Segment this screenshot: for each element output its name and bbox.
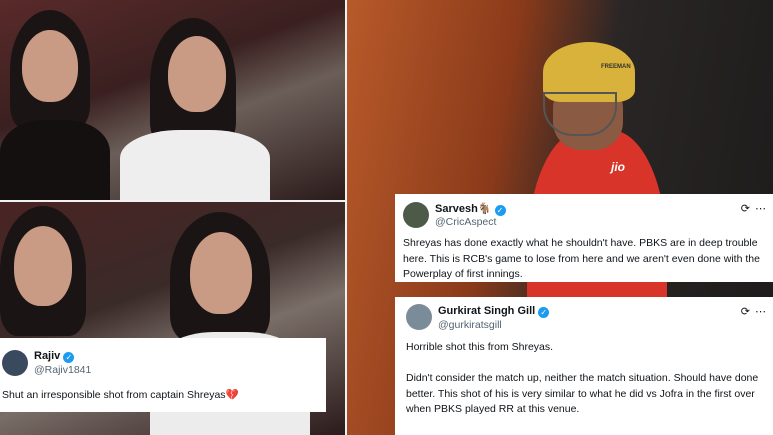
author-name-text: Rajiv	[34, 350, 61, 362]
jersey-sponsor-text: jio	[611, 160, 625, 174]
divider-vertical	[345, 0, 347, 435]
tweet-author-handle[interactable]: @Rajiv1841	[34, 364, 91, 376]
body-shape	[0, 120, 110, 200]
tweet-author-name[interactable]: Gurkirat Singh Gill ✓	[438, 305, 550, 318]
face-shape	[190, 232, 252, 314]
author-name-text: Gurkirat Singh Gill	[438, 305, 536, 317]
avatar[interactable]	[406, 304, 432, 330]
more-options-icon[interactable]: ⋯	[755, 203, 767, 215]
x-logo-icon: ⟳	[740, 203, 751, 215]
avatar[interactable]	[403, 202, 429, 228]
tweet-text: Shut an irresponsible shot from captain …	[2, 388, 322, 404]
face-shape	[168, 36, 226, 112]
avatar[interactable]	[2, 350, 28, 376]
helmet-brand-text: FREEMAN	[601, 64, 631, 70]
crowd-photo-top	[0, 0, 345, 200]
more-options-icon[interactable]: ⋯	[755, 306, 767, 318]
goat-emoji: 🐐	[477, 203, 492, 215]
x-logo-icon: ⟳	[740, 306, 751, 318]
face-shape	[14, 226, 72, 306]
tweet-card-sarvesh[interactable]: Sarvesh🐐 ✓ @CricAspect ⟳ ⋯ Shreyas has do…	[395, 194, 773, 282]
tweet-text: Shreyas has done exactly what he shouldn…	[403, 237, 760, 280]
verified-badge-icon: ✓	[538, 307, 550, 318]
verified-badge-icon: ✓	[494, 205, 506, 216]
tweet-text-content: Shut an irresponsible shot from captain …	[2, 389, 226, 401]
verified-badge-icon: ✓	[63, 352, 75, 363]
tweet-actions[interactable]: ⟳ ⋯	[741, 305, 767, 318]
face-shape	[22, 30, 78, 102]
divider-horizontal	[0, 200, 345, 202]
tweet-text-paragraph-2: Didn't consider the match up, neither th…	[406, 372, 759, 415]
tweet-author-handle[interactable]: @gurkiratsgill	[438, 319, 502, 331]
author-name-text: Sarvesh	[435, 203, 478, 215]
tweet-card-rajiv[interactable]: Rajiv ✓ @Rajiv1841 Shut an irresponsible …	[0, 338, 326, 412]
tweet-author-handle[interactable]: @CricAspect	[435, 216, 496, 228]
tweet-card-gurkirat[interactable]: Gurkirat Singh Gill ✓ @gurkiratsgill ⟳ ⋯ …	[395, 297, 773, 435]
tweet-actions[interactable]: ⟳ ⋯	[741, 202, 767, 215]
broken-heart-emoji: 💔	[225, 389, 239, 401]
tweet-author-name[interactable]: Rajiv ✓	[34, 350, 75, 363]
tweet-author-name[interactable]: Sarvesh🐐 ✓	[435, 202, 506, 216]
tweet-text-paragraph-1: Horrible shot this from Shreyas.	[406, 341, 554, 353]
body-shape	[120, 130, 270, 200]
